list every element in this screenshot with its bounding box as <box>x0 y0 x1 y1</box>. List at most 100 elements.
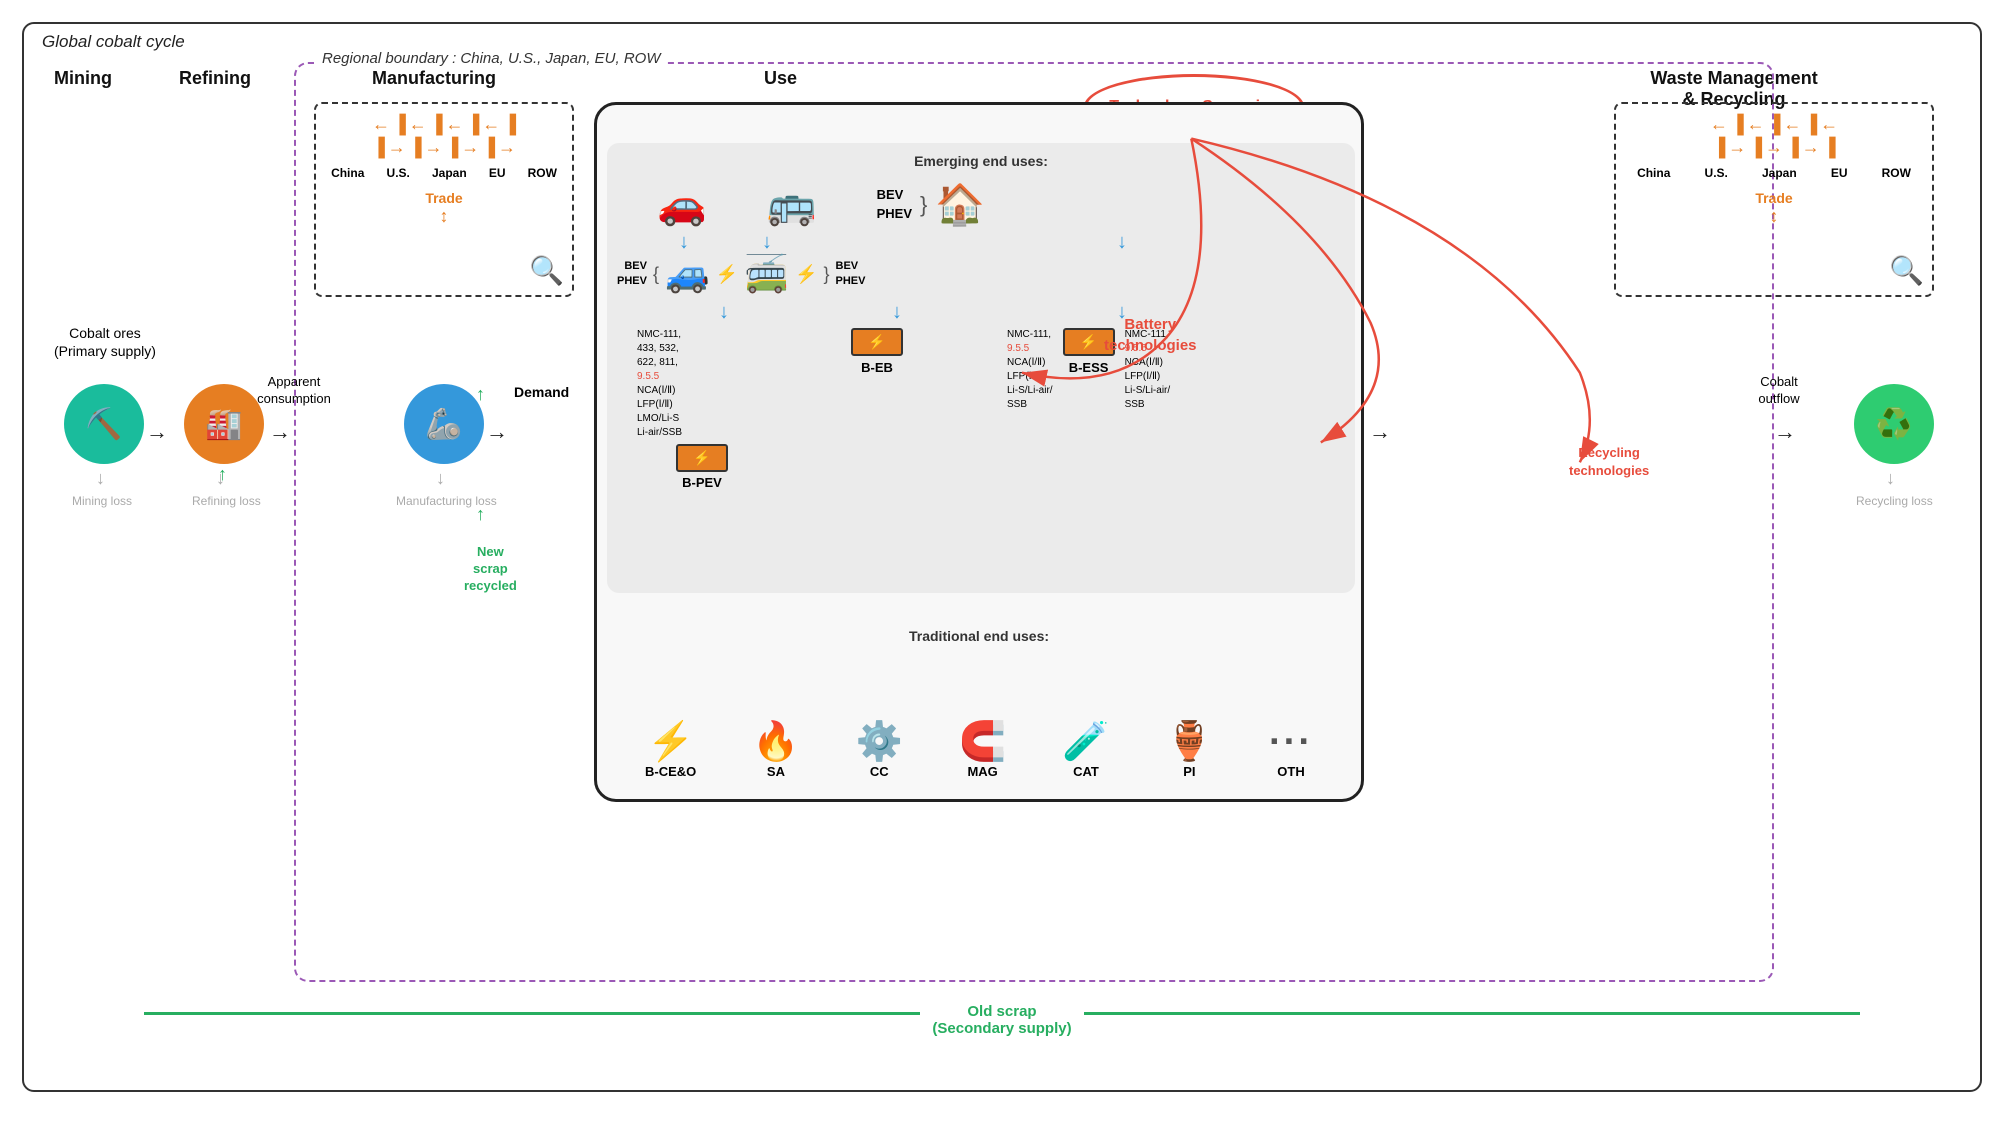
arrow-down-pev: ↓ <box>719 301 729 324</box>
mfg-arrow-left-4: ← <box>482 114 500 135</box>
mfg-arrow-right-2: → <box>425 137 443 158</box>
b-ess-label: B-ESS <box>1063 360 1115 375</box>
bev-house-group: BEVPHEV } 🏠 <box>877 181 986 228</box>
old-scrap-group: Old scrap(Secondary supply) <box>144 1000 1860 1038</box>
waste-panel-6: ▐ <box>1749 137 1762 158</box>
mfg-region-china: China <box>331 166 364 180</box>
mfg-panel-5: ▐ <box>372 137 385 158</box>
battery-b-eb: ⚡ <box>851 328 903 356</box>
waste-arrow-left-4: ← <box>1820 114 1838 135</box>
trad-cat-icon: 🧪 <box>1062 720 1109 764</box>
trad-sa-label: SA <box>752 764 799 779</box>
cobalt-ores-text: Cobalt ores(Primary supply) <box>54 325 156 359</box>
trad-bce-group: ⚡ B-CE&O <box>645 720 696 779</box>
apparent-text: Apparentconsumption <box>257 374 331 406</box>
bracket-right: } <box>920 192 927 218</box>
trad-cat-group: 🧪 CAT <box>1062 720 1109 779</box>
trad-cc-label: CC <box>856 764 903 779</box>
cobalt-outflow-label: Cobaltoutflow <box>1724 374 1834 408</box>
trad-sa-icon: 🔥 <box>752 720 799 764</box>
regional-boundary-label: Regional boundary : China, U.S., Japan, … <box>316 50 667 67</box>
waste-region-china: China <box>1637 166 1670 180</box>
green-car-icon: 🚙 <box>665 253 710 295</box>
mfg-trade-arrow: ↕ <box>316 206 572 227</box>
traditional-row: ⚡ B-CE&O 🔥 SA ⚙️ CC 🧲 MAG 🧪 CAT 🏺 PI <box>597 720 1361 779</box>
waste-search-icon[interactable]: 🔍 <box>1889 254 1924 287</box>
mfg-panel-6: ▐ <box>409 137 422 158</box>
arrow-down-eb: ↓ <box>892 301 902 324</box>
cobalt-outflow-text: Cobaltoutflow <box>1758 374 1799 406</box>
mfg-region-row: ROW <box>528 166 557 180</box>
arrow-down-car: ↓ <box>679 231 689 254</box>
use-box: Emerging end uses: 🚗 🚌 BEVPHEV } 🏠 ↓ ↓ <box>594 102 1364 802</box>
mfg-arrow-right-3: → <box>461 137 479 158</box>
emerging-label: Emerging end uses: <box>914 153 1048 169</box>
green-bus-icon: 🚎 <box>744 253 789 295</box>
waste-region-us: U.S. <box>1705 166 1728 180</box>
mfg-search-icon[interactable]: 🔍 <box>529 254 564 287</box>
waste-arrow-right-2: → <box>1765 137 1783 158</box>
refining-icon: 🏭 <box>205 407 242 442</box>
bev-phev-left: BEVPHEV <box>617 259 647 290</box>
trad-oth-label: OTH <box>1269 764 1313 779</box>
waste-arrow-right-1: → <box>1728 137 1746 158</box>
trad-mag-icon: 🧲 <box>959 720 1006 764</box>
bus-icon: 🚌 <box>767 181 817 228</box>
recycling-icon: ♻️ <box>1875 407 1912 442</box>
waste-trade-label: Trade <box>1616 190 1932 206</box>
arrow-use-waste: → <box>1369 419 1391 445</box>
mfg-panel-1: ▐ <box>393 114 406 135</box>
mining-loss-label: Mining loss <box>72 494 132 508</box>
trad-oth-icon: ··· <box>1269 721 1313 764</box>
arrow-green-up-refining: ↑ <box>218 464 227 485</box>
house-icon: 🏠 <box>935 181 985 228</box>
mfg-panel-7: ▐ <box>446 137 459 158</box>
cobalt-ores-label: Cobalt ores(Primary supply) <box>54 324 156 360</box>
waste-panel-5: ▐ <box>1712 137 1725 158</box>
emerging-section: Emerging end uses: 🚗 🚌 BEVPHEV } 🏠 ↓ ↓ <box>607 143 1355 593</box>
waste-arrow-left-3: ← <box>1783 114 1801 135</box>
new-scrap-label: Newscraprecycled <box>464 544 517 595</box>
mfg-arrow-right-1: → <box>388 137 406 158</box>
arrow-recycling-loss: ↓ <box>1886 468 1895 489</box>
trad-pi-group: 🏺 PI <box>1166 720 1213 779</box>
trad-sa-group: 🔥 SA <box>752 720 799 779</box>
bev-phev-right-label: BEVPHEV <box>877 186 912 222</box>
trad-oth-group: ··· OTH <box>1269 721 1313 779</box>
b-eb-label: B-EB <box>827 360 927 375</box>
mining-icon: ⛏️ <box>85 407 122 442</box>
mfg-arrow-left-2: ← <box>409 114 427 135</box>
trad-cc-icon: ⚙️ <box>856 720 903 764</box>
trad-mag-label: MAG <box>959 764 1006 779</box>
old-scrap-label: Old scrap(Secondary supply) <box>920 1003 1083 1037</box>
trad-pi-label: PI <box>1166 764 1213 779</box>
bus-icon-group: 🚌 <box>767 181 817 228</box>
nmc-right-label: NMC-111,9.5.5NCA(Ⅰ/Ⅱ)LFP(Ⅰ/Ⅱ)Li-S/Li-air… <box>1007 328 1053 412</box>
mining-circle: ⛏️ <box>64 384 144 464</box>
recycling-tech-label: Recyclingtechnologies <box>1569 444 1649 480</box>
waste-region-row: ROW <box>1882 166 1911 180</box>
demand-label: Demand <box>514 384 569 400</box>
trad-bce-icon: ⚡ <box>645 720 696 764</box>
arrow-mining-refining: → <box>146 419 168 445</box>
waste-trade-arrow: ↕ <box>1616 206 1932 227</box>
arrow-down-house: ↓ <box>1117 231 1127 254</box>
mfg-arrow-left-1: ← <box>372 114 390 135</box>
waste-panel-3: ▐ <box>1804 114 1817 135</box>
waste-arrow-right-3: → <box>1802 137 1820 158</box>
waste-arrow-left-2: ← <box>1747 114 1765 135</box>
trad-bce-label: B-CE&O <box>645 764 696 779</box>
trad-cc-group: ⚙️ CC <box>856 720 903 779</box>
arrow-refining-mfg: → <box>269 419 291 445</box>
mfg-region-eu: EU <box>489 166 506 180</box>
arrow-mfg-use: → <box>486 419 508 445</box>
waste-panel-8: ▐ <box>1823 137 1836 158</box>
refining-loss-label: Refining loss <box>192 494 261 508</box>
b-pev-group: NMC-111,433, 532,622, 811,9.5.5NCA(Ⅰ/Ⅱ)L… <box>637 328 767 490</box>
manufacturing-box: ← ▐ ← ▐ ← ▐ ← ▐ ▐ → ▐ → ▐ → ▐ → China U.… <box>314 102 574 297</box>
trad-cat-label: CAT <box>1062 764 1109 779</box>
manufacturing-icon: 🦾 <box>425 407 462 442</box>
mfg-panel-2: ▐ <box>430 114 443 135</box>
b-eb-group: ⚡ B-EB <box>827 328 927 375</box>
battery-b-pev: ⚡ <box>676 444 728 472</box>
